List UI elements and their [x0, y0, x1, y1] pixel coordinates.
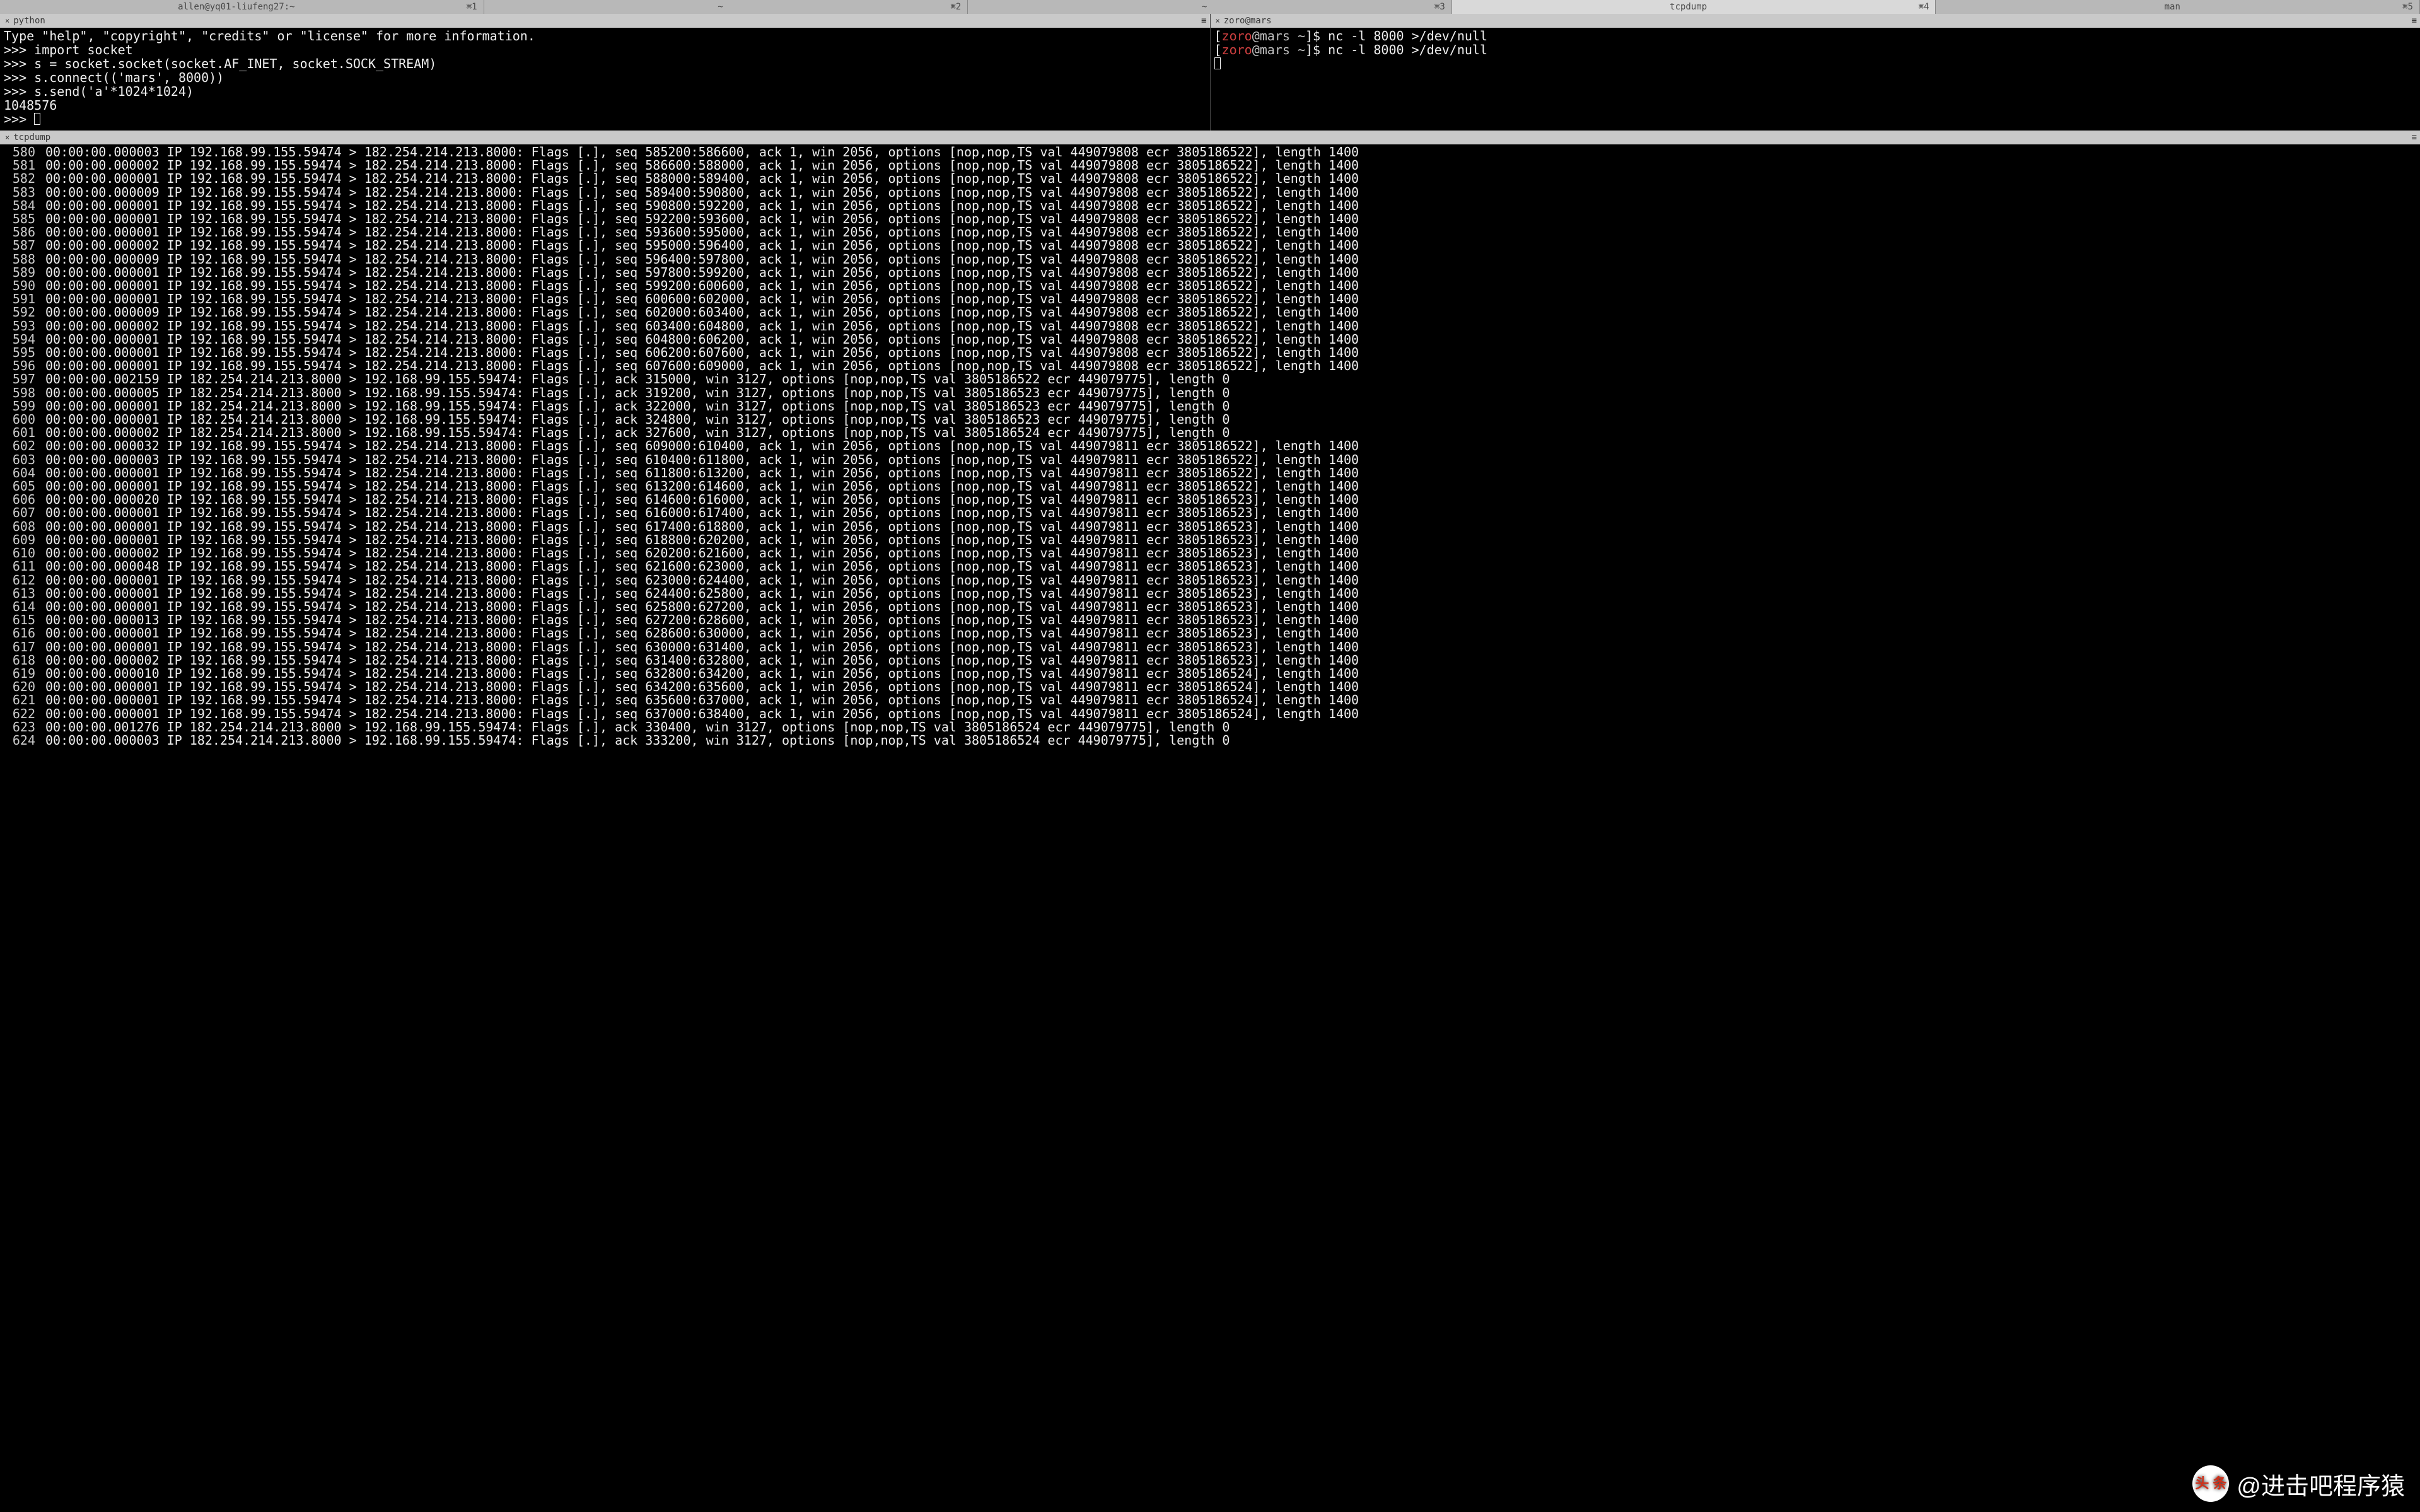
tcpdump-line: 60000:00:00.000001 IP 182.254.214.213.80…: [4, 413, 2416, 426]
terminal-line: >>> s.send('a'*1024*1024): [4, 84, 1206, 98]
window-tab-2[interactable]: ~⌘3: [968, 0, 1452, 14]
tcpdump-line: 58800:00:00.000009 IP 192.168.99.155.594…: [4, 253, 2416, 266]
cursor-icon: [1214, 57, 1221, 69]
tcpdump-line: 58400:00:00.000001 IP 192.168.99.155.594…: [4, 199, 2416, 212]
tcpdump-line: 60700:00:00.000001 IP 192.168.99.155.594…: [4, 506, 2416, 520]
tcpdump-line: 58500:00:00.000001 IP 192.168.99.155.594…: [4, 212, 2416, 226]
tcpdump-line: 59600:00:00.000001 IP 192.168.99.155.594…: [4, 359, 2416, 373]
pane-remote-title: zoro@mars: [1224, 16, 1272, 26]
tab-shortcut: ⌘2: [950, 0, 961, 14]
tcpdump-line: 59400:00:00.000001 IP 192.168.99.155.594…: [4, 333, 2416, 346]
tab-title: man: [1942, 0, 2402, 14]
tcpdump-line: 60500:00:00.000001 IP 192.168.99.155.594…: [4, 480, 2416, 493]
pane-python[interactable]: × python ≡ Type "help", "copyright", "cr…: [0, 14, 1211, 131]
watermark-logo-icon: 头 条: [2192, 1465, 2229, 1502]
terminal-line: >>>: [4, 112, 1206, 126]
tcpdump-line: 58000:00:00.000003 IP 192.168.99.155.594…: [4, 146, 2416, 159]
pane-tcpdump-title: tcpdump: [13, 132, 50, 142]
tab-title: tcpdump: [1458, 0, 1919, 14]
tcpdump-line: 59900:00:00.000001 IP 182.254.214.213.80…: [4, 400, 2416, 413]
tcpdump-line: 60800:00:00.000001 IP 192.168.99.155.594…: [4, 520, 2416, 533]
close-icon[interactable]: ×: [5, 16, 9, 25]
tcpdump-line: 61900:00:00.000010 IP 192.168.99.155.594…: [4, 667, 2416, 680]
tcpdump-line: 60600:00:00.000020 IP 192.168.99.155.594…: [4, 493, 2416, 506]
tcpdump-line: 58900:00:00.000001 IP 192.168.99.155.594…: [4, 266, 2416, 279]
terminal-line: >>> s.connect(('mars', 8000)): [4, 71, 1206, 84]
cursor-icon: [34, 113, 40, 125]
tcpdump-line: 61200:00:00.000001 IP 192.168.99.155.594…: [4, 574, 2416, 587]
window-tab-3[interactable]: tcpdump⌘4: [1452, 0, 1936, 14]
watermark: 头 条 @进击吧程序猿: [2192, 1465, 2405, 1502]
tab-title: ~: [974, 0, 1434, 14]
window-tabstrip: allen@yq01-liufeng27:~⌘1~⌘2~⌘3tcpdump⌘4m…: [0, 0, 2420, 14]
tcpdump-line: 62000:00:00.000001 IP 192.168.99.155.594…: [4, 680, 2416, 694]
close-icon[interactable]: ×: [1216, 16, 1220, 25]
tcpdump-line: 61100:00:00.000048 IP 192.168.99.155.594…: [4, 560, 2416, 573]
remote-terminal[interactable]: [zoro@mars ~]$ nc -l 8000 >/dev/null[zor…: [1211, 28, 2420, 72]
terminal-line: [zoro@mars ~]$ nc -l 8000 >/dev/null: [1214, 43, 2417, 57]
tcpdump-line: 61000:00:00.000002 IP 192.168.99.155.594…: [4, 547, 2416, 560]
tcpdump-line: 59000:00:00.000001 IP 192.168.99.155.594…: [4, 279, 2416, 293]
pane-python-titlebar: × python ≡: [0, 14, 1210, 28]
tab-shortcut: ⌘3: [1434, 0, 1445, 14]
terminal-line: [1214, 57, 2417, 71]
terminal-line: [zoro@mars ~]$ nc -l 8000 >/dev/null: [1214, 29, 2417, 43]
tcpdump-line: 59100:00:00.000001 IP 192.168.99.155.594…: [4, 293, 2416, 306]
watermark-logo-text: 头 条: [2195, 1477, 2226, 1491]
terminal-line: Type "help", "copyright", "credits" or "…: [4, 29, 1206, 43]
tcpdump-line: 59500:00:00.000001 IP 192.168.99.155.594…: [4, 346, 2416, 359]
window-tab-0[interactable]: allen@yq01-liufeng27:~⌘1: [0, 0, 484, 14]
tcpdump-line: 59300:00:00.000002 IP 192.168.99.155.594…: [4, 320, 2416, 333]
upper-panes: × python ≡ Type "help", "copyright", "cr…: [0, 14, 2420, 131]
pane-python-title: python: [13, 16, 45, 26]
tcpdump-line: 62100:00:00.000001 IP 192.168.99.155.594…: [4, 694, 2416, 707]
pane-remote[interactable]: × zoro@mars ≡ [zoro@mars ~]$ nc -l 8000 …: [1211, 14, 2420, 131]
tcpdump-line: 62200:00:00.000001 IP 192.168.99.155.594…: [4, 707, 2416, 721]
tab-title: ~: [491, 0, 951, 14]
tcpdump-line: 60300:00:00.000003 IP 192.168.99.155.594…: [4, 453, 2416, 467]
tcpdump-line: 59200:00:00.000009 IP 192.168.99.155.594…: [4, 306, 2416, 319]
tcpdump-line: 58300:00:00.000009 IP 192.168.99.155.594…: [4, 186, 2416, 199]
window-tab-4[interactable]: man⌘5: [1936, 0, 2420, 14]
watermark-text: @进击吧程序猿: [2237, 1467, 2405, 1501]
close-icon[interactable]: ×: [5, 133, 9, 142]
tcpdump-line: 58100:00:00.000002 IP 192.168.99.155.594…: [4, 159, 2416, 172]
tcpdump-line: 61600:00:00.000001 IP 192.168.99.155.594…: [4, 627, 2416, 640]
tcpdump-line: 62400:00:00.000003 IP 182.254.214.213.80…: [4, 734, 2416, 747]
tcpdump-line: 59800:00:00.000005 IP 182.254.214.213.80…: [4, 387, 2416, 400]
tcpdump-line: 61500:00:00.000013 IP 192.168.99.155.594…: [4, 614, 2416, 627]
tab-shortcut: ⌘4: [1919, 0, 1929, 14]
tcpdump-line: 61800:00:00.000002 IP 192.168.99.155.594…: [4, 654, 2416, 667]
tcpdump-line: 62300:00:00.001276 IP 182.254.214.213.80…: [4, 721, 2416, 734]
tcpdump-line: 61300:00:00.000001 IP 192.168.99.155.594…: [4, 587, 2416, 600]
menu-icon[interactable]: ≡: [2412, 132, 2415, 142]
tcpdump-line: 61700:00:00.000001 IP 192.168.99.155.594…: [4, 641, 2416, 654]
terminal-line: >>> s = socket.socket(socket.AF_INET, so…: [4, 57, 1206, 71]
pane-remote-titlebar: × zoro@mars ≡: [1211, 14, 2420, 28]
tcpdump-line: 61400:00:00.000001 IP 192.168.99.155.594…: [4, 600, 2416, 614]
menu-icon[interactable]: ≡: [1201, 16, 1204, 26]
tcpdump-line: 59700:00:00.002159 IP 182.254.214.213.80…: [4, 373, 2416, 386]
tcpdump-line: 60400:00:00.000001 IP 192.168.99.155.594…: [4, 467, 2416, 480]
tcpdump-output[interactable]: 58000:00:00.000003 IP 192.168.99.155.594…: [0, 144, 2420, 748]
tab-title: allen@yq01-liufeng27:~: [6, 0, 467, 14]
pane-tcpdump-titlebar: × tcpdump ≡: [0, 131, 2420, 144]
tcpdump-line: 58200:00:00.000001 IP 192.168.99.155.594…: [4, 172, 2416, 185]
terminal-line: 1048576: [4, 98, 1206, 112]
tcpdump-line: 60900:00:00.000001 IP 192.168.99.155.594…: [4, 533, 2416, 547]
tab-shortcut: ⌘5: [2402, 0, 2413, 14]
tcpdump-line: 60100:00:00.000002 IP 182.254.214.213.80…: [4, 426, 2416, 439]
terminal-line: >>> import socket: [4, 43, 1206, 57]
tab-shortcut: ⌘1: [467, 0, 477, 14]
python-terminal[interactable]: Type "help", "copyright", "credits" or "…: [0, 28, 1210, 127]
window-tab-1[interactable]: ~⌘2: [484, 0, 969, 14]
tcpdump-line: 58700:00:00.000002 IP 192.168.99.155.594…: [4, 239, 2416, 252]
tcpdump-line: 60200:00:00.000032 IP 192.168.99.155.594…: [4, 439, 2416, 453]
menu-icon[interactable]: ≡: [2412, 16, 2415, 26]
tcpdump-line: 58600:00:00.000001 IP 192.168.99.155.594…: [4, 226, 2416, 239]
